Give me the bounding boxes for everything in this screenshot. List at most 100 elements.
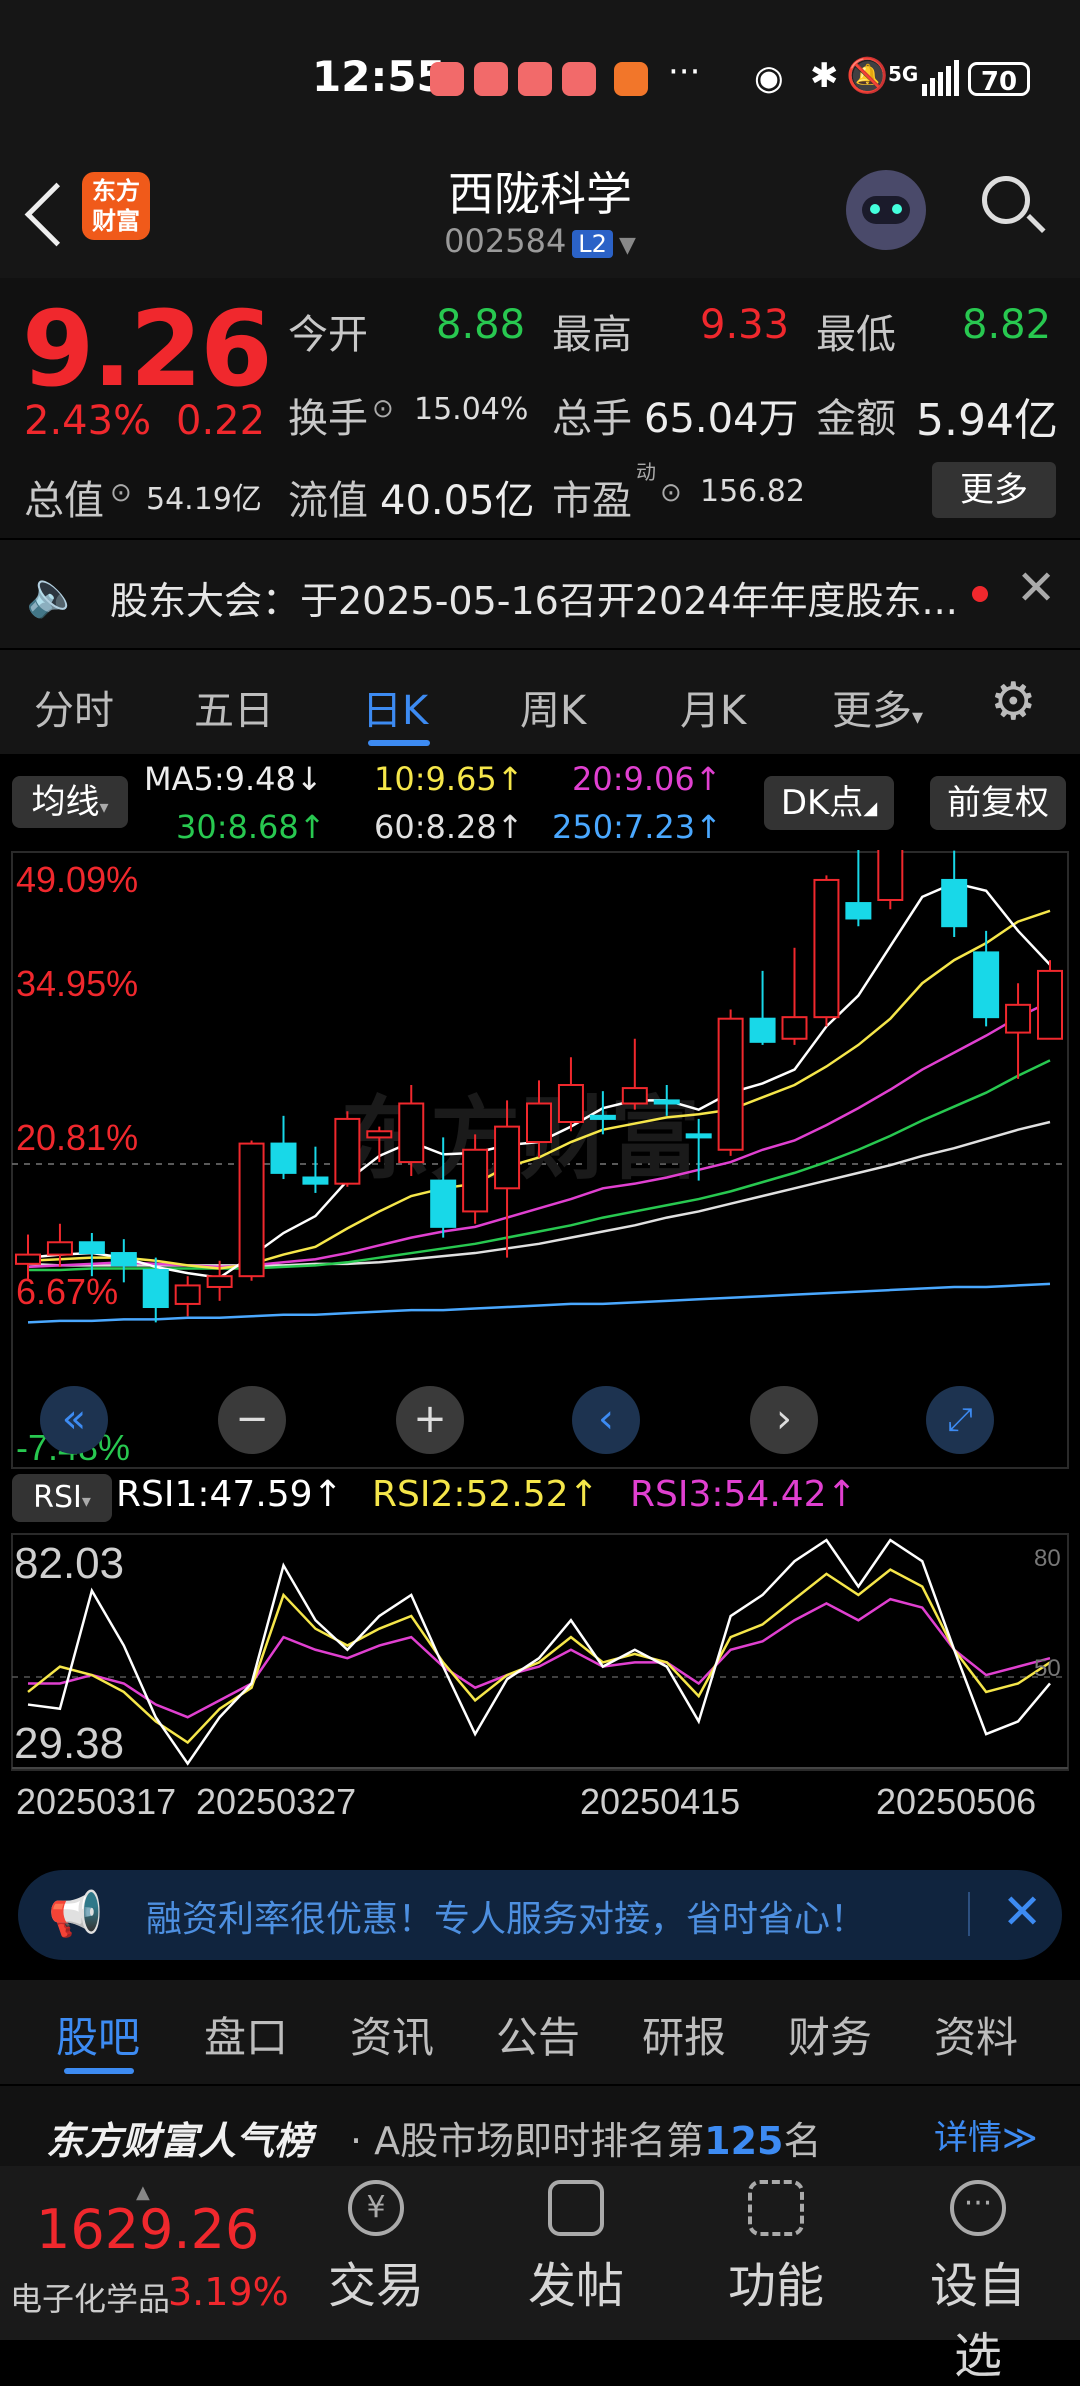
tab-profile[interactable]: 资料 bbox=[934, 2004, 1018, 2065]
rsi-50-label: 50 bbox=[1034, 1655, 1061, 1682]
price-adjust-button[interactable]: 前复权 bbox=[930, 776, 1066, 830]
zoom-out-icon[interactable]: − bbox=[218, 1386, 286, 1454]
candle-body bbox=[621, 1087, 648, 1105]
candle-body bbox=[813, 878, 840, 1019]
index-widget[interactable]: ▲ 1629.26 电子化学品 3.19% bbox=[0, 2180, 289, 2340]
candle-body bbox=[685, 1133, 712, 1139]
info-icon[interactable]: ⊙ bbox=[110, 478, 132, 508]
info-icon[interactable]: ⊙ bbox=[372, 394, 394, 424]
tab-daily-k[interactable]: 日K bbox=[362, 678, 428, 736]
tab-monthly-k[interactable]: 月K bbox=[680, 678, 746, 736]
pe-label: 市盈 bbox=[552, 478, 632, 524]
robot-assistant-icon[interactable] bbox=[846, 170, 926, 250]
mute-icon: 🔕 bbox=[846, 56, 889, 96]
close-icon[interactable]: ✕ bbox=[1016, 560, 1056, 616]
more-button[interactable]: 更多 bbox=[932, 462, 1056, 518]
candle-body bbox=[589, 1114, 616, 1120]
amount-label: 金额 bbox=[816, 396, 896, 442]
candle bbox=[845, 850, 872, 927]
edit-icon bbox=[548, 2180, 604, 2236]
promo-banner[interactable]: 📢 融资利率很优惠！专人服务对接，省时省心！ ✕ bbox=[18, 1870, 1062, 1960]
settings-gear-icon[interactable]: ⚙ bbox=[990, 672, 1037, 732]
stock-header: 东方 财富 西陇科学 002584 L2 ▼ bbox=[0, 150, 1080, 278]
float-value: 40.05亿 bbox=[380, 478, 535, 524]
candle-body bbox=[557, 1083, 584, 1124]
ma-toggle[interactable]: 均线▾ bbox=[12, 776, 128, 828]
candle-body bbox=[941, 878, 968, 928]
scroll-left-icon[interactable]: ‹ bbox=[572, 1386, 640, 1454]
divider bbox=[968, 1892, 970, 1936]
tab-more[interactable]: 更多▾ bbox=[832, 678, 923, 736]
candle-body bbox=[717, 1017, 744, 1151]
date-label: 20250415 bbox=[580, 1781, 740, 1822]
rank-text: · A股市场即时排名第125名 bbox=[350, 2119, 822, 2163]
tab-weekly-k[interactable]: 周K bbox=[520, 678, 586, 736]
tab-announcements[interactable]: 公告 bbox=[496, 2004, 580, 2065]
unread-dot bbox=[972, 586, 988, 602]
battery-icon: 70 bbox=[968, 62, 1030, 97]
scroll-far-left-icon[interactable]: « bbox=[40, 1386, 108, 1454]
y-tick-label: 34.95% bbox=[16, 963, 138, 1004]
tab-guba[interactable]: 股吧 bbox=[56, 2004, 140, 2065]
candle-body bbox=[749, 1017, 776, 1043]
tab-news[interactable]: 资讯 bbox=[350, 2004, 434, 2065]
candle-body bbox=[366, 1130, 393, 1139]
quote-panel: 9.26 2.43% 0.22 总值 ⊙ 54.19亿 今开 8.88 最高 9… bbox=[0, 278, 1080, 538]
turnover-label: 换手 bbox=[288, 396, 368, 442]
candle-body bbox=[110, 1252, 137, 1267]
yen-icon: ¥ bbox=[348, 2180, 404, 2236]
change-amount: 0.22 bbox=[176, 398, 266, 444]
search-icon[interactable] bbox=[982, 176, 1030, 224]
chevron-down-icon: ▼ bbox=[618, 233, 636, 258]
notification-icon bbox=[562, 62, 596, 96]
low-label: 最低 bbox=[816, 312, 896, 358]
active-tab-indicator bbox=[368, 740, 430, 746]
scroll-right-icon[interactable]: › bbox=[750, 1386, 818, 1454]
level2-badge: L2 bbox=[572, 230, 613, 258]
float-label: 流值 bbox=[288, 478, 368, 524]
mktcap-value: 54.19亿 bbox=[146, 482, 262, 517]
stock-code: 002584 bbox=[444, 222, 567, 260]
notice-bar[interactable]: 🔈 股东大会：于2025-05-16召开2024年年度股东... ✕ bbox=[0, 540, 1080, 648]
crosshair-plus-icon[interactable]: + bbox=[396, 1386, 464, 1454]
active-tab-indicator bbox=[64, 2068, 134, 2074]
content-tabs: 股吧 盘口 资讯 公告 研报 财务 资料 bbox=[0, 1980, 1080, 2084]
candle bbox=[270, 1115, 297, 1180]
close-icon[interactable]: ✕ bbox=[1002, 1884, 1042, 1940]
candle bbox=[813, 875, 840, 1027]
candle-body bbox=[845, 902, 872, 920]
ma20-value: 20:9.06↑ bbox=[572, 760, 722, 798]
tab-order-book[interactable]: 盘口 bbox=[204, 2004, 288, 2065]
rsi3-value: RSI3:54.42↑ bbox=[630, 1474, 857, 1515]
rsi-toggle[interactable]: RSI▾ bbox=[12, 1474, 112, 1522]
info-icon[interactable]: ⊙ bbox=[660, 478, 682, 508]
candle bbox=[174, 1276, 201, 1317]
add-watchlist-button[interactable]: ··· 设自选 bbox=[908, 2180, 1048, 2386]
tab-intraday[interactable]: 分时 bbox=[34, 678, 114, 736]
rank-detail-link[interactable]: 详情≫ bbox=[934, 2110, 1038, 2159]
chevron-down-icon: ▾ bbox=[99, 797, 109, 818]
kline-chart[interactable]: 东方财富 49.09% 34.95% 20.81% 6.67% -7.48% bbox=[0, 850, 1080, 1470]
status-bar: 12:55 ··· ◉ ✱ 🔕 5G 70 bbox=[0, 0, 1080, 150]
open-label: 今开 bbox=[288, 312, 368, 358]
notification-icon bbox=[430, 62, 464, 96]
rsi-chart[interactable]: 82.03 29.38 80 50 20250317 20250327 2025… bbox=[0, 1532, 1080, 1852]
trade-button[interactable]: ¥ 交易 bbox=[306, 2180, 446, 2316]
popularity-rank-row[interactable]: 东方财富人气榜 · A股市场即时排名第125名 详情≫ bbox=[0, 2086, 1080, 2166]
functions-button[interactable]: 功能 bbox=[706, 2180, 846, 2316]
candle-body bbox=[15, 1253, 41, 1265]
dk-point-button[interactable]: DK点◢ bbox=[764, 776, 894, 830]
post-button[interactable]: 发帖 bbox=[506, 2180, 646, 2316]
tab-research[interactable]: 研报 bbox=[642, 2004, 726, 2065]
candle-body bbox=[398, 1102, 425, 1164]
tab-five-day[interactable]: 五日 bbox=[194, 678, 274, 736]
candle bbox=[749, 970, 776, 1045]
tab-more-label: 更多 bbox=[832, 688, 912, 734]
candle-body bbox=[494, 1125, 521, 1190]
fullscreen-icon[interactable]: ⤢ bbox=[926, 1386, 994, 1454]
rsi-top-label: 82.03 bbox=[14, 1539, 124, 1588]
grid-icon bbox=[748, 2180, 804, 2236]
footer-bar: ▲ 1629.26 电子化学品 3.19% ¥ 交易 发帖 功能 ··· 设自选 bbox=[0, 2166, 1080, 2384]
tab-financials[interactable]: 财务 bbox=[788, 2004, 872, 2065]
ma10-value: 10:9.65↑ bbox=[374, 760, 524, 798]
